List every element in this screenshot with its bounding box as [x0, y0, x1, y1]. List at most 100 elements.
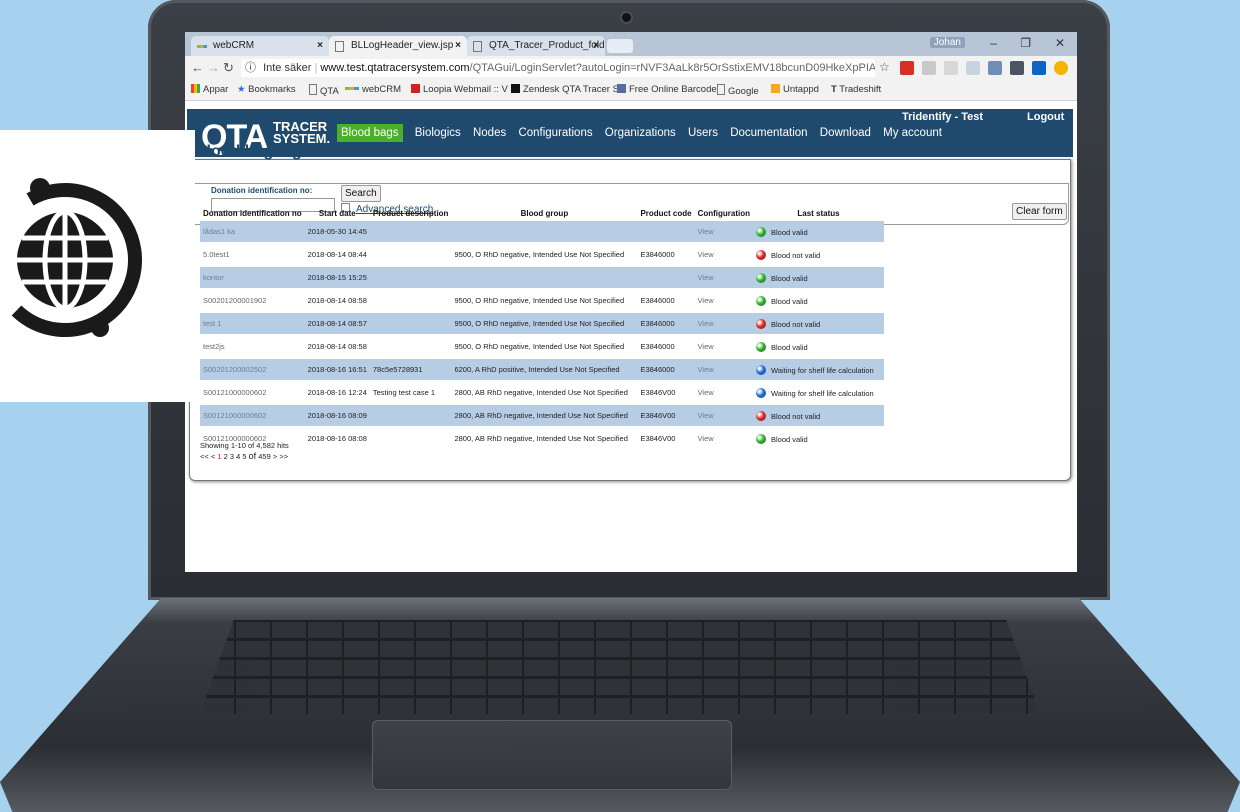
cell-configuration-view-link[interactable]: View: [694, 312, 753, 336]
cell-donation-id[interactable]: S00201200001902: [200, 289, 305, 313]
table-row[interactable]: S00121000000602 2018-08-16 08:09 2800, AB …: [200, 404, 884, 428]
table-row[interactable]: 5.0test1 2018-08-14 08:44 9500, O RhD nega…: [200, 243, 884, 267]
table-row[interactable]: lådas1 ka 2018-05-30 14:45 View Blood valid: [200, 221, 884, 244]
cell-last-status: Blood not valid: [753, 243, 884, 267]
table-row[interactable]: test2js 2018-08-14 08:58 9500, O RhD negat…: [200, 335, 884, 359]
linkedin-extension-icon[interactable]: [1032, 61, 1046, 75]
cell-donation-id[interactable]: S00121000000602: [200, 381, 305, 405]
page-link-3[interactable]: 3: [230, 452, 234, 461]
pager-prev[interactable]: << <: [200, 452, 215, 461]
cell-donation-id[interactable]: lådas1 ka: [200, 221, 305, 244]
menu-my-account[interactable]: My account: [883, 127, 942, 139]
cell-configuration-view-link[interactable]: View: [694, 243, 753, 267]
col-configuration[interactable]: Configuration: [695, 205, 753, 221]
bookmark-untappd[interactable]: Untappd: [771, 84, 819, 95]
menu-organizations[interactable]: Organizations: [605, 127, 676, 139]
new-tab-button[interactable]: [607, 39, 633, 53]
cell-donation-id[interactable]: 5.0test1: [200, 243, 305, 267]
table-row[interactable]: test 1 2018-08-14 08:57 9500, O RhD negati…: [200, 312, 884, 336]
cell-donation-id[interactable]: S00121000000602: [200, 404, 305, 428]
cell-configuration-view-link[interactable]: View: [694, 221, 753, 244]
status-blue-icon: [756, 364, 766, 375]
pager-total[interactable]: 459: [258, 452, 271, 461]
col-blood-group[interactable]: Blood group: [451, 205, 637, 221]
cell-configuration-view-link[interactable]: View: [694, 289, 753, 313]
menu-configurations[interactable]: Configurations: [518, 127, 592, 139]
browser-tab-qta-tracer[interactable]: QTA_Tracer_Product_fold ×: [467, 36, 605, 56]
col-last-status[interactable]: Last status: [753, 205, 884, 221]
clear-form-button[interactable]: Clear form: [1012, 203, 1067, 220]
back-icon[interactable]: ←: [191, 60, 204, 75]
browser-tab-bllogheader[interactable]: BLLogHeader_view.jsp ×: [329, 36, 467, 56]
cell-configuration-view-link[interactable]: View: [694, 404, 753, 428]
extension-icon[interactable]: [988, 61, 1002, 75]
cell-product-code: E3846V00: [637, 381, 695, 405]
page-link-1[interactable]: 1: [217, 452, 221, 461]
cell-product-code: E3846000: [637, 243, 695, 267]
menu-download[interactable]: Download: [820, 127, 871, 139]
bookmark-tradeshift[interactable]: T Tradeshift: [831, 84, 881, 95]
close-tab-icon[interactable]: ×: [455, 36, 461, 56]
close-window-icon[interactable]: ✕: [1055, 36, 1065, 50]
cell-configuration-view-link[interactable]: View: [694, 427, 753, 451]
bookmark-qta[interactable]: QTA: [309, 84, 339, 97]
col-start-date[interactable]: Start date: [305, 205, 370, 221]
bookmark-zendesk[interactable]: Zendesk QTA Tracer S: [511, 84, 619, 95]
extension-icon[interactable]: [966, 61, 980, 75]
close-tab-icon[interactable]: ×: [593, 36, 599, 56]
cell-configuration-view-link[interactable]: View: [694, 381, 753, 405]
bookmark-google[interactable]: Google: [717, 84, 759, 97]
bookmark-loopia[interactable]: Loopia Webmail :: V: [411, 84, 508, 95]
pager-next[interactable]: > >>: [273, 452, 288, 461]
menu-biologics[interactable]: Biologics: [415, 127, 461, 139]
browser-tabstrip: webCRM × BLLogHeader_view.jsp × QTA_Trac…: [185, 32, 1077, 56]
cell-donation-id[interactable]: kontor: [200, 266, 305, 290]
table-row[interactable]: kontor 2018-08-15 15:25 View Blood valid: [200, 266, 884, 290]
menu-documentation[interactable]: Documentation: [730, 127, 807, 139]
extension-icon[interactable]: [922, 61, 936, 75]
url-field[interactable]: ⓘ Inte säker | www.test.qtatracersystem.…: [241, 59, 875, 77]
col-donation-id[interactable]: Donation identification no: [200, 205, 305, 221]
browser-user-badge[interactable]: Johan: [929, 37, 965, 48]
table-row[interactable]: S00121000000602 2018-08-16 12:24 Testing t…: [200, 381, 884, 405]
bookmark-folder[interactable]: ★ Bookmarks: [237, 84, 296, 95]
gmail-extension-icon[interactable]: [900, 61, 914, 75]
cell-donation-id[interactable]: test 1: [200, 312, 305, 336]
extension-icon[interactable]: [944, 61, 958, 75]
cell-start-date: 2018-08-14 08:44: [304, 243, 370, 267]
page-link-2[interactable]: 2: [224, 452, 228, 461]
cell-start-date: 2018-08-15 15:25: [304, 266, 370, 290]
info-icon[interactable]: ⓘ: [241, 62, 256, 74]
table-row[interactable]: S00201200001902 2018-08-14 08:58 9500, O R…: [200, 289, 884, 313]
bookmark-apps[interactable]: Appar: [191, 84, 228, 95]
col-product-description[interactable]: Product description: [370, 205, 452, 221]
minimize-icon[interactable]: –: [990, 36, 997, 50]
bookmark-star-icon[interactable]: ☆: [879, 60, 890, 74]
cell-blood-group: 6200, A RhD positive, Intended Use Not S…: [451, 358, 638, 382]
table-row[interactable]: S00201200002502 2018-08-16 16:51 78c5e5728…: [200, 358, 884, 382]
notification-icon[interactable]: [1054, 61, 1068, 75]
bookmark-webcrm[interactable]: webCRM: [345, 84, 401, 95]
page-link-4[interactable]: 4: [236, 452, 240, 461]
reload-icon[interactable]: ↻: [223, 60, 234, 76]
close-tab-icon[interactable]: ×: [317, 36, 323, 56]
cell-configuration-view-link[interactable]: View: [694, 335, 753, 359]
menu-users[interactable]: Users: [688, 127, 718, 139]
cell-donation-id[interactable]: S00201200002502: [200, 358, 305, 382]
cell-start-date: 2018-08-14 08:58: [304, 289, 370, 313]
restore-icon[interactable]: ❐: [1020, 36, 1031, 50]
page-link-5[interactable]: 5: [242, 452, 246, 461]
forward-icon[interactable]: →: [207, 60, 220, 75]
bookmark-barcode[interactable]: Free Online Barcode: [617, 84, 717, 95]
col-product-code[interactable]: Product code: [637, 205, 694, 221]
browser-tab-webcrm[interactable]: webCRM ×: [191, 36, 329, 56]
logout-link[interactable]: Logout: [1027, 111, 1064, 123]
search-button[interactable]: Search: [341, 185, 381, 202]
cell-configuration-view-link[interactable]: View: [694, 358, 753, 382]
table-row[interactable]: S00121000000602 2018-08-16 08:08 2800, AB …: [200, 427, 884, 451]
menu-nodes[interactable]: Nodes: [473, 127, 506, 139]
menu-blood-bags[interactable]: Blood bags: [337, 124, 403, 142]
cell-donation-id[interactable]: test2js: [200, 335, 305, 359]
cell-configuration-view-link[interactable]: View: [694, 266, 753, 290]
extension-icon[interactable]: [1010, 61, 1024, 75]
